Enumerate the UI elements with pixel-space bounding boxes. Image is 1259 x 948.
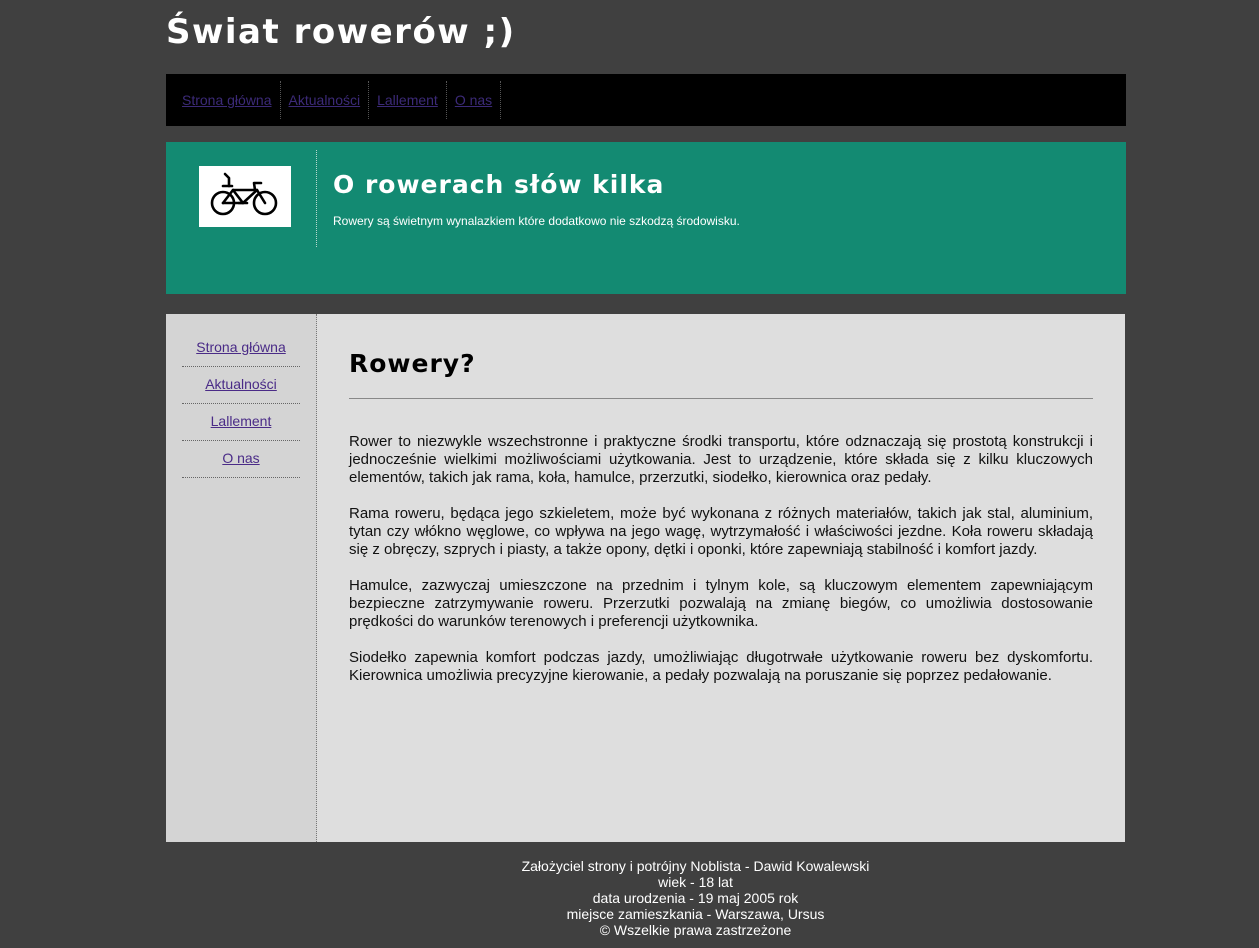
- top-nav-link-home[interactable]: Strona główna: [178, 81, 281, 119]
- sidebar-item-home: Strona główna: [182, 330, 300, 367]
- article-paragraph: Rower to niezwykle wszechstronne i prakt…: [349, 433, 1093, 486]
- footer-line-copyright: © Wszelkie prawa zastrzeżone: [599, 922, 792, 938]
- sidebar-item-lallement: Lallement: [182, 404, 300, 441]
- article-heading: Rowery?: [349, 349, 476, 378]
- sidebar-item-about: O nas: [182, 441, 300, 478]
- top-navigation: Strona główna Aktualności Lallement O na…: [166, 74, 1126, 126]
- banner-divider: [316, 150, 317, 247]
- sidebar-menu: Strona główna Aktualności Lallement O na…: [166, 314, 316, 478]
- sidebar-link-home[interactable]: Strona główna: [196, 339, 286, 355]
- top-nav-link-news[interactable]: Aktualności: [281, 81, 370, 119]
- footer-line-residence: miejsce zamieszkania - Warszawa, Ursus: [566, 906, 825, 922]
- sidebar-link-lallement[interactable]: Lallement: [211, 413, 272, 429]
- sidebar-link-news[interactable]: Aktualności: [205, 376, 277, 392]
- article-paragraph: Rama roweru, będąca jego szkieletem, moż…: [349, 505, 1093, 558]
- sidebar: Strona główna Aktualności Lallement O na…: [166, 314, 317, 842]
- site-title: Świat rowerów ;): [166, 12, 516, 52]
- footer-line-birthdate: data urodzenia - 19 maj 2005 rok: [592, 890, 799, 906]
- footer-line-founder: Założyciel strony i potrójny Noblista - …: [521, 858, 870, 874]
- top-nav-link-about[interactable]: O nas: [447, 81, 502, 119]
- banner-text: Rowery są świetnym wynalazkiem które dod…: [333, 214, 740, 228]
- bicycle-icon: [199, 166, 291, 227]
- footer-line-age: wiek - 18 lat: [658, 874, 733, 890]
- content-area: Strona główna Aktualności Lallement O na…: [166, 314, 1125, 842]
- sidebar-link-about[interactable]: O nas: [222, 450, 259, 466]
- sidebar-item-news: Aktualności: [182, 367, 300, 404]
- article-paragraph: Hamulce, zazwyczaj umieszczone na przedn…: [349, 577, 1093, 630]
- top-nav-link-lallement[interactable]: Lallement: [369, 81, 447, 119]
- header-banner: O rowerach słów kilka Rowery są świetnym…: [166, 142, 1126, 294]
- heading-divider: [349, 398, 1093, 399]
- page-footer: Założyciel strony i potrójny Noblista - …: [166, 858, 1225, 938]
- article-paragraph: Siodełko zapewnia komfort podczas jazdy,…: [349, 649, 1093, 684]
- article-body: Rower to niezwykle wszechstronne i prakt…: [349, 433, 1093, 703]
- banner-heading: O rowerach słów kilka: [333, 170, 665, 199]
